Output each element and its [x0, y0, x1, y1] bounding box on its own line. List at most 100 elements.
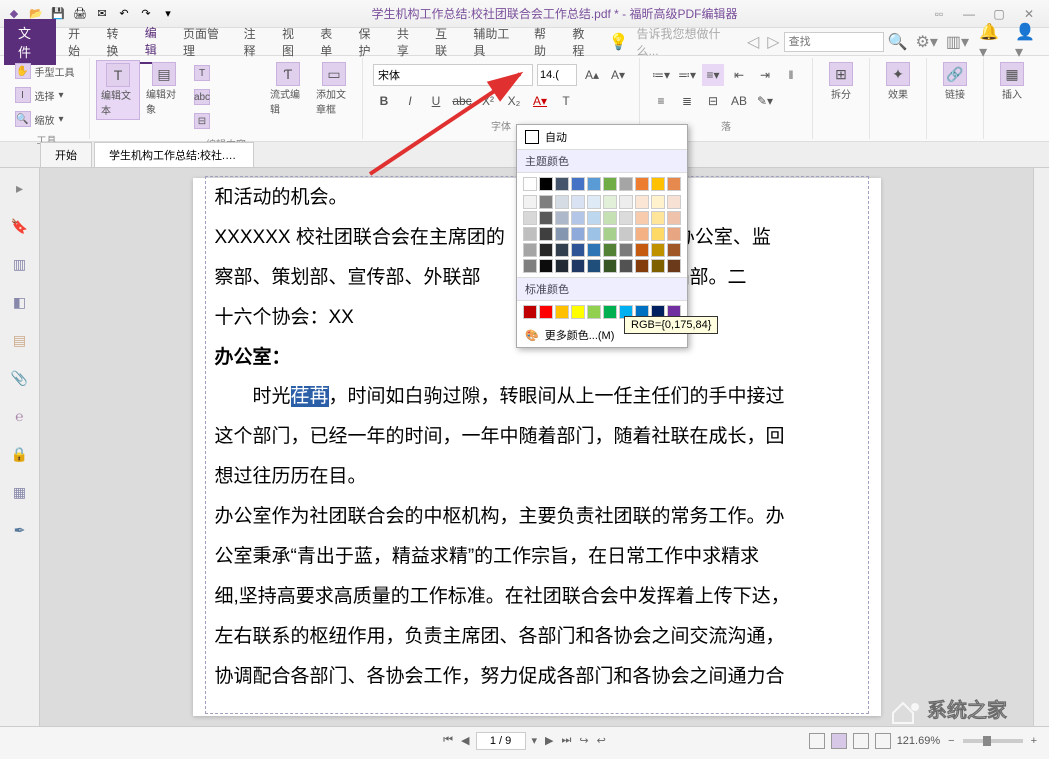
menu-view[interactable]: 视图 [274, 21, 312, 63]
view-continuous-icon[interactable] [831, 733, 847, 749]
color-swatch[interactable] [651, 259, 665, 273]
zoom-slider[interactable] [963, 739, 1023, 743]
sidebar-expand-icon[interactable]: ▸ [10, 178, 30, 198]
para-5[interactable]: ✎▾ [754, 90, 776, 112]
menu-tutorial[interactable]: 教程 [564, 21, 602, 63]
zoom-out-button[interactable]: − [946, 735, 956, 747]
color-swatch[interactable] [523, 259, 537, 273]
font-size-select[interactable] [537, 64, 577, 86]
jump2-button[interactable]: ↩ [595, 734, 608, 747]
color-swatch[interactable] [603, 227, 617, 241]
color-swatch[interactable] [539, 259, 553, 273]
color-swatch[interactable] [635, 177, 649, 191]
underline-button[interactable]: U [425, 90, 447, 112]
color-swatch[interactable] [539, 177, 553, 191]
menu-page[interactable]: 页面管理 [175, 21, 236, 63]
font-grow-button[interactable]: A▴ [581, 64, 603, 86]
select-tool-button[interactable]: I选择▾ [11, 84, 83, 106]
color-swatch[interactable] [555, 305, 569, 319]
maximize-icon[interactable]: ▢ [987, 4, 1011, 24]
color-swatch[interactable] [539, 195, 553, 209]
gear-icon[interactable]: ⚙▾ [912, 32, 942, 52]
color-swatch[interactable] [603, 259, 617, 273]
color-swatch[interactable] [619, 227, 633, 241]
color-swatch[interactable] [523, 227, 537, 241]
menu-connect[interactable]: 互联 [427, 21, 465, 63]
color-swatch[interactable] [619, 211, 633, 225]
color-swatch[interactable] [635, 211, 649, 225]
layers-icon[interactable]: ◧ [10, 292, 30, 312]
text-tool-1[interactable]: T [190, 62, 262, 84]
color-swatch[interactable] [667, 211, 681, 225]
color-swatch[interactable] [667, 227, 681, 241]
color-swatch[interactable] [539, 227, 553, 241]
color-swatch[interactable] [555, 243, 569, 257]
color-swatch[interactable] [523, 243, 537, 257]
skin-icon[interactable]: ▥▾ [942, 32, 973, 52]
number-list-button[interactable]: ≕▾ [676, 64, 698, 86]
search-input[interactable] [784, 32, 884, 52]
insert-button[interactable]: ▦插入 [990, 60, 1034, 103]
superscript-button[interactable]: X² [477, 90, 499, 112]
lock-icon[interactable]: 🔒 [10, 444, 30, 464]
color-swatch[interactable] [539, 305, 553, 319]
color-swatch[interactable] [587, 177, 601, 191]
view-facing-icon[interactable] [853, 733, 869, 749]
form-icon[interactable]: ▦ [10, 482, 30, 502]
color-swatch[interactable] [555, 177, 569, 191]
color-swatch[interactable] [635, 259, 649, 273]
color-swatch[interactable] [555, 227, 569, 241]
text-tool-3[interactable]: ⊟ [190, 110, 262, 132]
attachment-icon[interactable]: 📎 [10, 368, 30, 388]
color-swatch[interactable] [651, 195, 665, 209]
edit-text-button[interactable]: T编辑文本 [96, 60, 140, 120]
pages-icon[interactable]: ▥ [10, 254, 30, 274]
text-case-button[interactable]: T [555, 90, 577, 112]
edit-object-button[interactable]: ▤编辑对象 [142, 60, 186, 118]
align-button[interactable]: ≡▾ [702, 64, 724, 86]
color-swatch[interactable] [603, 177, 617, 191]
nav-fwd-icon[interactable]: ▷ [763, 32, 783, 52]
color-swatch[interactable] [571, 195, 585, 209]
subscript-button[interactable]: X₂ [503, 90, 525, 112]
search-icon[interactable]: 🔍 [884, 32, 912, 52]
color-swatch[interactable] [619, 195, 633, 209]
menu-help[interactable]: 帮助 [526, 21, 564, 63]
color-swatch[interactable] [587, 243, 601, 257]
menu-comment[interactable]: 注释 [236, 21, 274, 63]
color-swatch[interactable] [603, 243, 617, 257]
color-swatch[interactable] [603, 195, 617, 209]
indent-inc-button[interactable]: ⇥ [754, 64, 776, 86]
color-swatch[interactable] [619, 177, 633, 191]
close-icon[interactable]: ✕ [1017, 4, 1041, 24]
next-page-button[interactable]: ▶ [543, 734, 555, 747]
color-swatch[interactable] [667, 259, 681, 273]
bullet-list-button[interactable]: ≔▾ [650, 64, 672, 86]
add-textbox-button[interactable]: ▭添加文章框 [312, 60, 356, 118]
selected-text[interactable]: 荏苒 [291, 386, 329, 407]
menu-share[interactable]: 共享 [389, 21, 427, 63]
para-4[interactable]: AB [728, 90, 750, 112]
user-icon[interactable]: 👤▾ [1011, 22, 1045, 62]
menu-edit[interactable]: 编辑 [137, 20, 175, 64]
first-page-button[interactable]: ⏮ [441, 734, 455, 747]
color-swatch[interactable] [587, 305, 601, 319]
split-button[interactable]: ⊞拆分 [819, 60, 863, 103]
hand-tool-button[interactable]: ✋手型工具 [11, 60, 83, 82]
color-swatch[interactable] [539, 211, 553, 225]
color-swatch[interactable] [555, 211, 569, 225]
color-swatch[interactable] [651, 211, 665, 225]
color-swatch[interactable] [635, 243, 649, 257]
color-swatch[interactable] [587, 211, 601, 225]
page-number-input[interactable] [476, 732, 526, 750]
bookmark-icon[interactable]: 🔖 [10, 216, 30, 236]
color-swatch[interactable] [635, 227, 649, 241]
color-auto-option[interactable]: 自动 [517, 125, 687, 149]
tab-start[interactable]: 开始 [40, 142, 92, 167]
page-dropdown-icon[interactable]: ▾ [530, 734, 540, 747]
tab-document[interactable]: 学生机构工作总结:校社... × [94, 142, 254, 167]
menu-form[interactable]: 表单 [312, 21, 350, 63]
para-2[interactable]: ≣ [676, 90, 698, 112]
font-shrink-button[interactable]: A▾ [607, 64, 629, 86]
color-swatch[interactable] [571, 305, 585, 319]
